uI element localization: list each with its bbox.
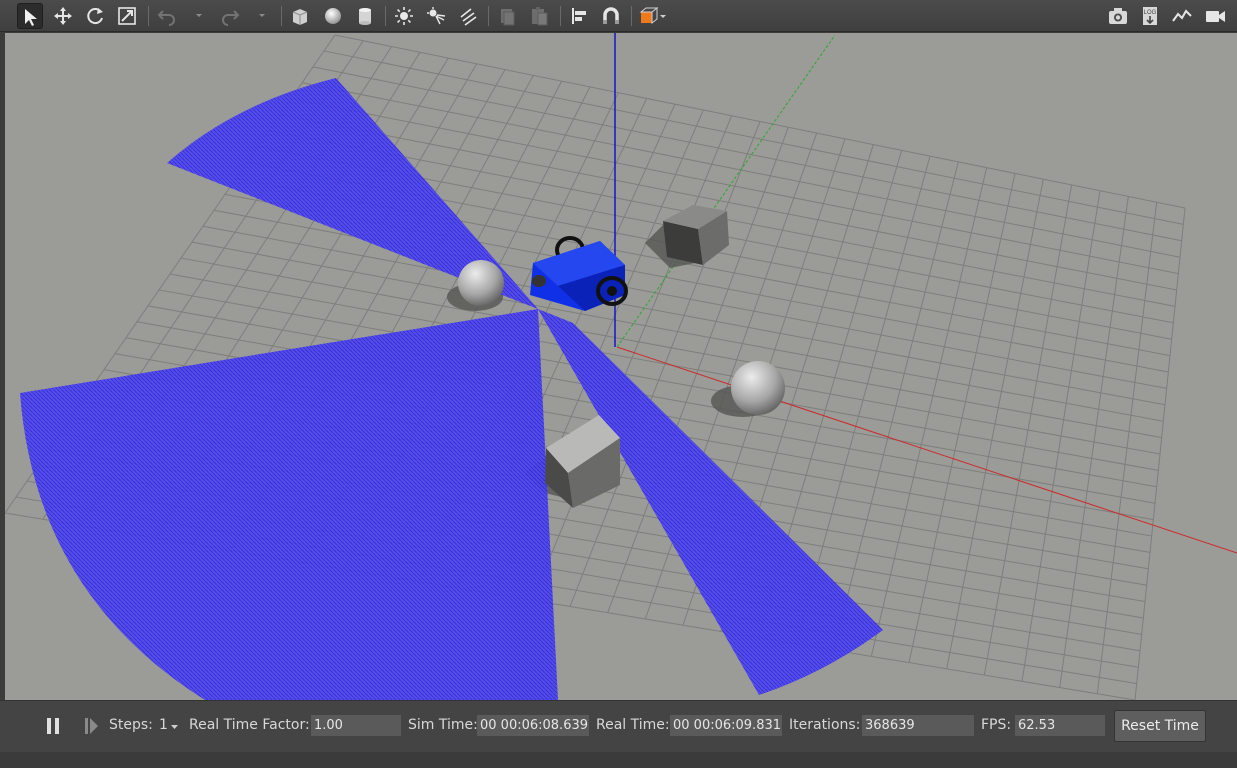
steps-spinbox[interactable]: 1 — [159, 717, 168, 733]
log-button[interactable]: LOG — [1137, 3, 1163, 29]
select-arrow-icon — [25, 9, 37, 26]
spot-light-icon — [427, 7, 446, 25]
pause-icon — [47, 718, 59, 734]
box-object — [663, 205, 729, 265]
snap-magnet-icon — [603, 7, 619, 24]
pause-button[interactable] — [42, 715, 64, 737]
align-button[interactable] — [566, 3, 592, 29]
grid-line — [323, 50, 1184, 225]
align-icon — [572, 8, 586, 24]
steps-dropdown-icon[interactable] — [170, 722, 179, 731]
sim-time-value: 00 00:06:08.639 — [477, 715, 589, 736]
laser-wedge-front-left — [20, 309, 558, 700]
translate-mode-button[interactable] — [50, 3, 76, 29]
rotate-icon — [87, 8, 103, 25]
step-button[interactable] — [80, 715, 102, 737]
fps-value: 62.53 — [1015, 715, 1105, 736]
plot-button[interactable] — [1169, 3, 1195, 29]
reset-time-button[interactable]: Reset Time — [1114, 710, 1206, 742]
toolbar-separator — [560, 6, 561, 26]
iterations-label: Iterations: — [789, 717, 861, 733]
iterations-value: 368639 — [862, 715, 974, 736]
svg-text:LOG: LOG — [1144, 10, 1157, 16]
snap-button[interactable] — [598, 3, 624, 29]
toolbar-separator — [631, 6, 632, 26]
screenshot-button[interactable] — [1105, 3, 1131, 29]
status-strip — [0, 752, 1237, 768]
log-icon: LOG — [1143, 7, 1157, 25]
paste-icon — [532, 7, 548, 26]
laser-wedge-front-right — [538, 309, 883, 695]
robot-model — [530, 236, 628, 311]
insert-directional-light-button[interactable] — [455, 3, 481, 29]
cylinder-shape-icon — [359, 8, 371, 25]
insert-box-button[interactable] — [287, 3, 313, 29]
insert-spot-light-button[interactable] — [423, 3, 449, 29]
video-record-icon — [1206, 11, 1225, 22]
redo-button[interactable] — [217, 3, 243, 29]
box-shape-icon — [292, 9, 308, 25]
scale-icon — [118, 7, 136, 25]
fps-label: FPS: — [981, 717, 1012, 733]
copy-button[interactable] — [494, 3, 520, 29]
real-time-label: Real Time: — [596, 717, 670, 733]
time-panel: Steps: 1 Real Time Factor: 1.00 Sim Time… — [0, 700, 1237, 752]
sim-time-label: Sim Time: — [408, 717, 478, 733]
video-record-button[interactable] — [1202, 3, 1228, 29]
scale-mode-button[interactable] — [114, 3, 140, 29]
sphere-shape-icon — [325, 8, 341, 24]
laser-sensor — [532, 275, 546, 287]
redo-dropdown-icon[interactable] — [257, 10, 267, 20]
select-mode-button[interactable] — [17, 3, 43, 29]
plot-icon — [1172, 9, 1192, 22]
toolbar: LOG — [0, 0, 1237, 32]
real-time-factor-value: 1.00 — [311, 715, 401, 736]
sphere-object — [458, 260, 504, 306]
grid-line — [334, 34, 1186, 209]
steps-label: Steps: — [109, 717, 153, 733]
3d-viewport[interactable] — [5, 33, 1237, 700]
real-time-value: 00 00:06:09.831 — [670, 715, 782, 736]
directional-light-icon — [460, 8, 477, 26]
rotate-mode-button[interactable] — [82, 3, 108, 29]
toolbar-separator — [385, 6, 386, 26]
screenshot-camera-icon — [1109, 8, 1127, 24]
step-forward-icon — [85, 718, 98, 734]
undo-button[interactable] — [154, 3, 180, 29]
undo-dropdown-icon[interactable] — [194, 10, 204, 20]
insert-point-light-button[interactable] — [391, 3, 417, 29]
y-axis-line — [616, 34, 836, 348]
copy-icon — [501, 9, 515, 26]
scene-render — [5, 33, 1237, 700]
toolbar-separator — [488, 6, 489, 26]
view-angle-icon — [639, 6, 659, 25]
view-angle-dropdown-icon[interactable] — [658, 10, 668, 20]
toolbar-separator — [281, 6, 282, 26]
sphere-object — [731, 361, 785, 415]
point-light-icon — [395, 7, 413, 25]
insert-sphere-button[interactable] — [320, 3, 346, 29]
toolbar-separator — [148, 6, 149, 26]
insert-cylinder-button[interactable] — [352, 3, 378, 29]
redo-icon — [222, 10, 240, 26]
translate-icon — [54, 7, 72, 25]
undo-icon — [157, 10, 175, 26]
paste-button[interactable] — [526, 3, 552, 29]
real-time-factor-label: Real Time Factor: — [189, 717, 310, 733]
